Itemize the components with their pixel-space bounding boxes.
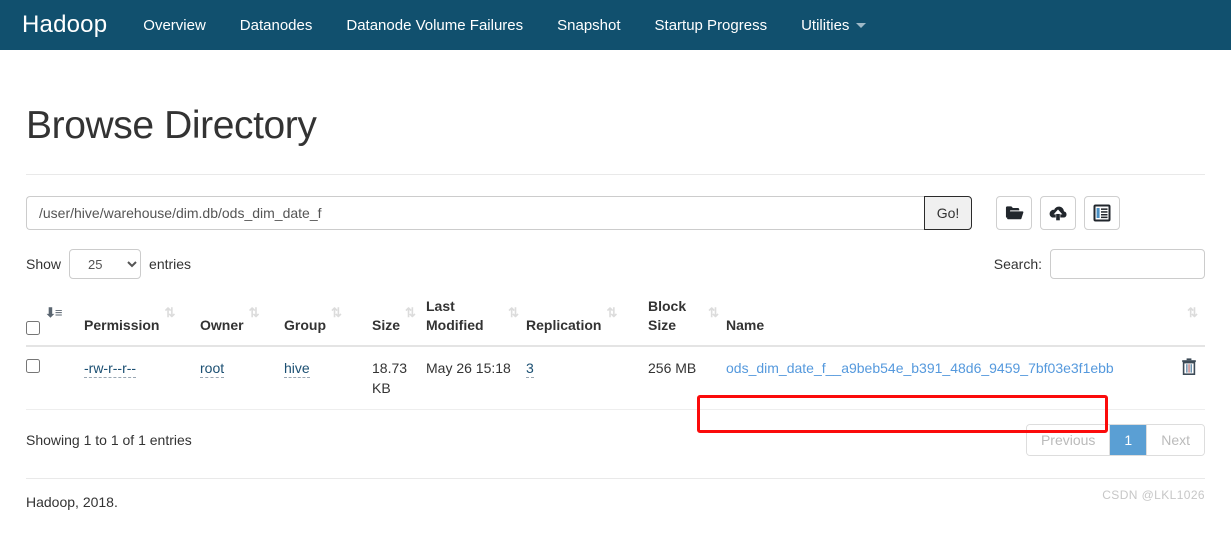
cell-block-size: 256 MB: [648, 345, 726, 411]
table-row: -rw-r--r-- root hive 18.73 KB May 26 15:…: [26, 345, 1205, 411]
nav-item-datanodes[interactable]: Datanodes: [240, 17, 313, 34]
title-divider: [26, 174, 1205, 175]
clipboard-list-icon: [1093, 204, 1111, 222]
sort-both-icon[interactable]: ⇅: [164, 306, 175, 319]
column-header-last-modified[interactable]: Last Modified ⇅: [426, 291, 526, 347]
search-label: Search:: [993, 256, 1042, 272]
folder-open-icon: [1005, 206, 1023, 220]
directory-listing-table: ⬇≡ Permission ⇅ Owner ⇅ Group ⇅ Size ⇅ L…: [26, 291, 1205, 411]
column-label: Name: [726, 316, 765, 333]
permission-value[interactable]: -rw-r--r--: [84, 359, 137, 378]
nav-item-label: Datanodes: [239, 16, 313, 34]
file-name-link[interactable]: ods_dim_date_f__a9beb54e_b391_48d6_9459_…: [726, 360, 1114, 376]
cut-paste-button[interactable]: [1084, 196, 1120, 230]
nav-item-utilities[interactable]: Utilities: [801, 16, 867, 34]
cloud-upload-icon: [1049, 206, 1067, 220]
row-select-cell: [26, 345, 84, 411]
select-all-checkbox[interactable]: [26, 320, 40, 335]
table-header-row: ⬇≡ Permission ⇅ Owner ⇅ Group ⇅ Size ⇅ L…: [26, 291, 1205, 347]
page-title: Browse Directory: [26, 104, 317, 147]
search-input[interactable]: [1050, 249, 1205, 279]
table-footer: Showing 1 to 1 of 1 entries Previous 1 N…: [26, 424, 1205, 457]
cell-owner: root: [200, 345, 284, 411]
column-label: Replication: [526, 316, 602, 333]
column-header-replication[interactable]: Replication ⇅: [526, 291, 648, 347]
sort-both-icon[interactable]: ⇅: [708, 306, 719, 319]
column-header-block-size[interactable]: Block Size ⇅: [648, 291, 726, 347]
sort-both-icon[interactable]: ⇅: [508, 306, 519, 319]
column-header-permission[interactable]: Permission ⇅: [84, 291, 200, 347]
entries-per-page-select[interactable]: 25: [69, 249, 142, 279]
directory-path-input[interactable]: [26, 196, 924, 230]
column-header-owner[interactable]: Owner ⇅: [200, 291, 284, 347]
column-header-actions[interactable]: ⇅: [1169, 291, 1205, 347]
replication-value[interactable]: 3: [526, 359, 534, 378]
cell-replication: 3: [526, 345, 648, 411]
column-label: Owner: [200, 316, 244, 333]
nav-item-overview[interactable]: Overview: [143, 17, 206, 34]
pagination: Previous 1 Next: [1025, 424, 1205, 457]
column-label: Group: [284, 316, 326, 333]
column-label: Size: [372, 316, 401, 333]
entries-label: entries: [149, 256, 192, 272]
nav-item-startup-progress[interactable]: Startup Progress: [655, 17, 768, 34]
group-value[interactable]: hive: [284, 359, 310, 378]
cell-actions: [1169, 345, 1205, 411]
nav-item-label: Utilities: [801, 16, 850, 34]
cell-name: ods_dim_date_f__a9beb54e_b391_48d6_9459_…: [726, 345, 1169, 411]
owner-value[interactable]: root: [200, 359, 225, 378]
table-controls: Show 25 entries Search:: [26, 249, 1205, 279]
pagination-page-1[interactable]: 1: [1110, 425, 1148, 456]
go-button[interactable]: Go!: [924, 196, 972, 230]
chevron-down-icon: [856, 22, 867, 28]
column-header-size[interactable]: Size ⇅: [372, 291, 426, 347]
nav-item-label: Snapshot: [557, 16, 621, 34]
page-container: Browse Directory Go!: [0, 104, 1231, 510]
pagination-previous[interactable]: Previous: [1026, 425, 1111, 456]
upload-files-button[interactable]: [1040, 196, 1076, 230]
search-control: Search:: [994, 249, 1205, 279]
column-header-name[interactable]: Name: [726, 291, 1169, 347]
brand-logo[interactable]: Hadoop: [22, 11, 107, 39]
path-input-group: Go!: [26, 196, 972, 230]
sort-both-icon[interactable]: ⇅: [606, 306, 617, 319]
copyright-text: Hadoop, 2018.: [26, 494, 118, 511]
column-label: Last Modified: [426, 298, 484, 333]
show-entries-control: Show 25 entries: [26, 249, 191, 279]
watermark-text: CSDN @LKL1026: [1102, 488, 1205, 503]
cell-permission: -rw-r--r--: [84, 345, 200, 411]
sort-both-icon[interactable]: ⇅: [405, 306, 416, 319]
nav-item-label: Datanode Volume Failures: [346, 16, 524, 34]
column-label: Block Size: [648, 298, 687, 333]
row-select-checkbox[interactable]: [26, 358, 40, 373]
nav-item-label: Startup Progress: [654, 16, 768, 34]
pagination-next[interactable]: Next: [1147, 425, 1204, 456]
nav-item-label: Overview: [143, 16, 206, 34]
cell-group: hive: [284, 345, 372, 411]
show-label: Show: [26, 256, 62, 272]
path-toolbar: Go!: [26, 196, 1205, 230]
sort-desc-icon[interactable]: ⬇≡: [45, 306, 63, 319]
footer-divider: [26, 478, 1205, 480]
sort-both-icon[interactable]: ⇅: [331, 306, 342, 319]
column-label: Permission: [84, 316, 160, 333]
cell-size: 18.73 KB: [372, 345, 426, 411]
nav-item-snapshot[interactable]: Snapshot: [557, 17, 620, 34]
cell-last-modified: May 26 15:18: [426, 345, 526, 411]
nav-item-datanode-volume-failures[interactable]: Datanode Volume Failures: [346, 17, 523, 34]
path-action-buttons: [996, 196, 1120, 230]
sort-both-icon[interactable]: ⇅: [249, 306, 260, 319]
main-navbar: Hadoop Overview Datanodes Datanode Volum…: [0, 0, 1231, 50]
column-header-group[interactable]: Group ⇅: [284, 291, 372, 347]
trash-icon[interactable]: [1181, 358, 1197, 380]
sort-both-icon[interactable]: ⇅: [1187, 306, 1198, 319]
create-directory-button[interactable]: [996, 196, 1032, 230]
showing-entries-text: Showing 1 to 1 of 1 entries: [26, 432, 192, 449]
column-header-select-all[interactable]: ⬇≡: [26, 291, 84, 347]
